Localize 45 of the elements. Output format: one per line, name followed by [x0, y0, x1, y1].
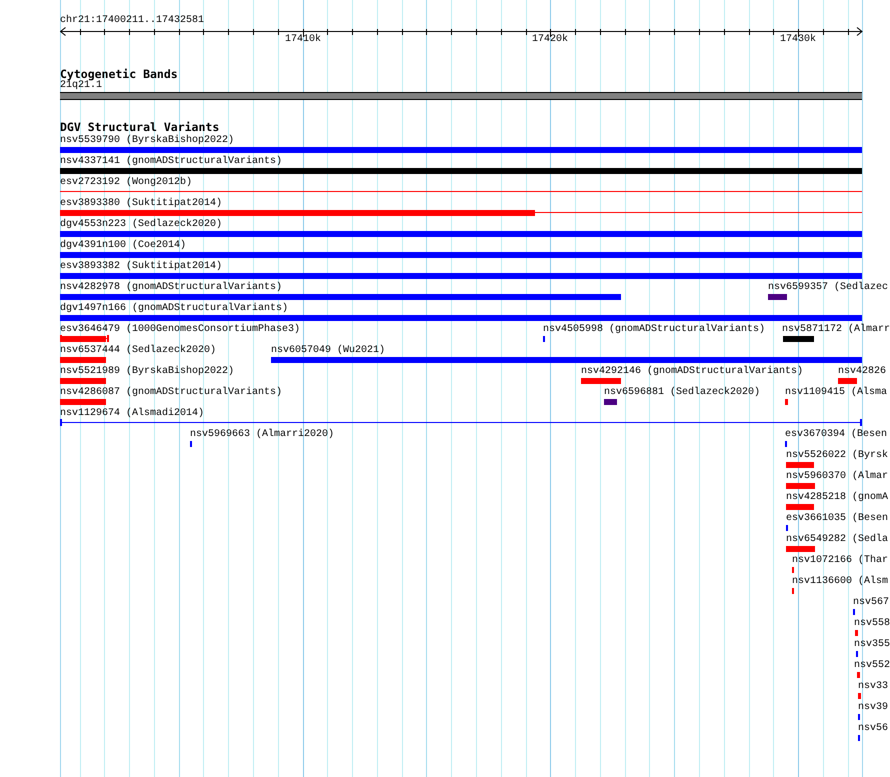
- feature-label: nsv42826: [838, 366, 886, 377]
- feature-label: nsv4505998 (gnomADStructuralVariants): [543, 324, 766, 335]
- tick-label: 17420k: [532, 35, 568, 45]
- feature-label: nsv558: [854, 618, 890, 629]
- feature-label: esv3646479 (1000GenomesConsortiumPhase3): [60, 324, 300, 335]
- band-label: 21q21.1: [60, 80, 102, 91]
- feature-label: nsv1072166 (Thar: [792, 555, 888, 566]
- feature-label: nsv5960370 (Almar: [786, 471, 888, 482]
- feature-label: nsv56: [858, 723, 888, 734]
- feature-label: nsv5539790 (ByrskaBishop2022): [60, 135, 234, 146]
- feature-label: esv2723192 (Wong2012b): [60, 177, 192, 188]
- feature-label: nsv39: [858, 702, 888, 713]
- track-title: Cytogenetic Bands: [60, 68, 178, 80]
- feature-label: nsv5871172 (Almarr: [782, 324, 890, 335]
- feature-label: dgv1497n166 (gnomADStructuralVariants): [60, 303, 288, 314]
- feature-label: nsv6599357 (Sedlazec: [768, 282, 888, 293]
- feature-label: nsv4337141 (gnomADStructuralVariants): [60, 156, 282, 167]
- track-title: DGV Structural Variants: [60, 121, 220, 133]
- feature-label: nsv552: [854, 660, 890, 671]
- feature-label: nsv33: [858, 681, 888, 692]
- feature-label: nsv5521989 (ByrskaBishop2022): [60, 366, 234, 377]
- feature-label: esv3670394 (Besen: [785, 429, 888, 440]
- feature-label: nsv355: [854, 639, 890, 650]
- feature-label: nsv4286087 (gnomADStructuralVariants): [60, 387, 282, 398]
- feature-label: nsv1129674 (Alsmadi2014): [60, 408, 204, 419]
- feature-label: nsv6537444 (Sedlazeck2020): [60, 345, 216, 356]
- feature-label: nsv5526022 (Byrsk: [786, 450, 888, 461]
- tick-label: 17430k: [780, 35, 816, 45]
- feature-label: esv3893382 (Suktitipat2014): [60, 261, 222, 272]
- feature-label: dgv4553n223 (Sedlazeck2020): [60, 219, 222, 230]
- feature-label: nsv1136600 (Alsm: [792, 576, 888, 587]
- location-label: chr21:17400211..17432581: [60, 15, 204, 26]
- feature-label: nsv4292146 (gnomADStructuralVariants): [581, 366, 804, 377]
- feature-label: nsv6549282 (Sedla: [786, 534, 888, 545]
- feature-label: nsv1109415 (Alsma: [785, 387, 888, 398]
- feature-label: nsv567: [853, 597, 890, 608]
- feature-label: nsv5969663 (Almarri2020): [190, 429, 334, 440]
- feature-label: nsv6057049 (Wu2021): [271, 345, 386, 356]
- tick-label: 17410k: [285, 35, 321, 45]
- feature-label: dgv4391n100 (Coe2014): [60, 240, 186, 251]
- feature-label: esv3893380 (Suktitipat2014): [60, 198, 222, 209]
- feature-label: esv3661035 (Besen: [786, 513, 888, 524]
- feature-label: nsv4285218 (gnomA: [786, 492, 888, 503]
- feature-label: nsv4282978 (gnomADStructuralVariants): [60, 282, 282, 293]
- feature-label: nsv6596881 (Sedlazeck2020): [604, 387, 760, 398]
